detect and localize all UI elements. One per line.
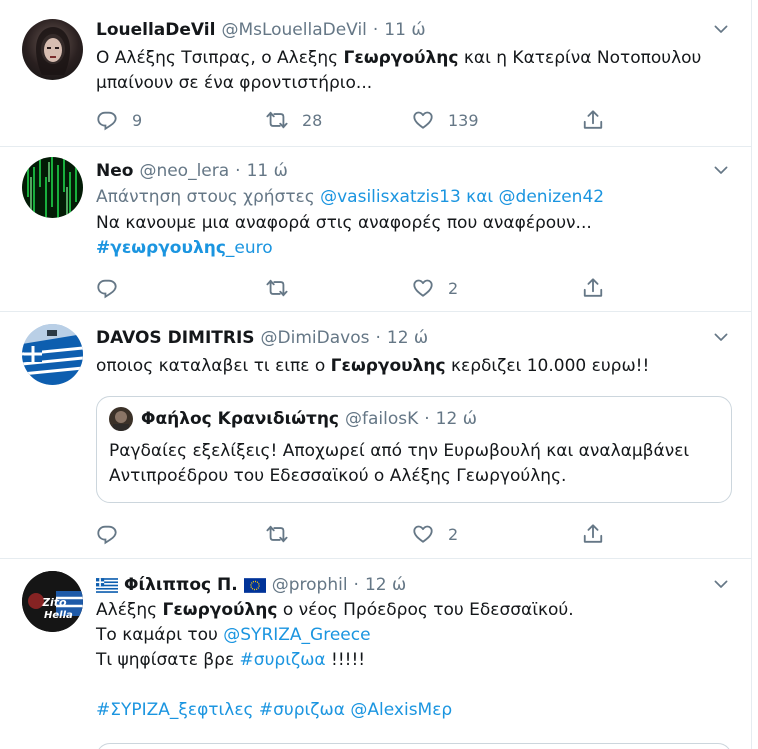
heart-icon — [412, 523, 434, 545]
tweet-actions: 2 — [96, 523, 636, 545]
like-count: 2 — [448, 278, 459, 298]
hashtags-mentions-link[interactable]: #ΣΥΡΙΖΑ_ξεφτιλες #συριζωα @AlexisΜερ — [96, 700, 452, 720]
display-name[interactable]: LouellaDeVil — [96, 18, 215, 42]
tweet-text: Αλέξης Γεωργούλης ο νέος Πρόεδρος του Εδ… — [96, 600, 574, 720]
like-count: 2 — [448, 524, 459, 544]
chevron-down-icon[interactable] — [712, 575, 730, 593]
tweet[interactable]: Neo @neo_lera · 11 ώ Απάντηση στους χρήσ… — [0, 147, 752, 312]
retweet-icon — [266, 277, 288, 299]
separator-dot: · — [424, 409, 430, 429]
user-handle[interactable]: @neo_lera — [139, 159, 229, 183]
tweet[interactable]: DAVOS DIMITRIS @DimiDavos · 12 ώ οποιος … — [0, 312, 752, 559]
reply-button[interactable] — [96, 523, 266, 545]
user-handle[interactable]: @prophil — [272, 573, 348, 597]
like-button[interactable]: 139 — [412, 109, 582, 131]
svg-text:Hella: Hella — [44, 610, 73, 621]
tweet[interactable]: Zito Hella Φίλιππος Π. @prophil · 12 ώ Α… — [0, 559, 752, 749]
quoted-user-handle[interactable]: @failosK — [345, 407, 418, 431]
reply-button[interactable] — [96, 277, 266, 299]
timestamp[interactable]: 11 ώ — [247, 159, 288, 183]
reply-context: Απάντηση στους χρήστες @vasilisxatzis13 … — [96, 187, 605, 207]
greek-flag-icon — [96, 577, 118, 593]
reply-icon — [96, 523, 118, 545]
retweet-icon — [266, 109, 288, 131]
share-icon — [582, 109, 604, 131]
timeline: LouellaDeVil @MsLouellaDeVil · 11 ώ Ο Αλ… — [0, 0, 752, 749]
retweet-button[interactable] — [266, 277, 412, 299]
tweet-text: Ο Αλέξης Τσιπρας, ο Αλεξης Γεωργούλης κα… — [96, 48, 702, 93]
share-button[interactable] — [582, 523, 612, 545]
display-name[interactable]: Neo — [96, 159, 133, 183]
reply-count: 9 — [132, 110, 143, 130]
chevron-down-icon[interactable] — [712, 328, 730, 346]
retweet-button[interactable]: 28 — [266, 109, 412, 131]
quoted-tweet[interactable]: Φαήλος Κρανιδιώτης @failosK · 12 ώ Ραγδα… — [96, 396, 732, 503]
tweet-text: Να κανουμε μια αναφορά στις αναφορές που… — [96, 213, 592, 258]
mention-link[interactable]: @SYRIZA_Greece — [223, 625, 370, 645]
display-name[interactable]: DAVOS DIMITRIS — [96, 326, 255, 350]
timestamp[interactable]: 12 ώ — [365, 573, 406, 597]
like-button[interactable]: 2 — [412, 523, 582, 545]
embedded-card-edge — [96, 743, 732, 749]
separator-dot: · — [372, 20, 379, 40]
quoted-text: Ραγδαίες εξελίξεις! Αποχωρεί από την Ευρ… — [109, 441, 690, 486]
tweet[interactable]: LouellaDeVil @MsLouellaDeVil · 11 ώ Ο Αλ… — [0, 0, 752, 147]
avatar[interactable]: Zito Hella — [22, 571, 83, 632]
timestamp[interactable]: 12 ώ — [387, 326, 428, 350]
hashtag-link[interactable]: #γεωργουλης — [96, 238, 226, 258]
quoted-avatar[interactable] — [109, 407, 133, 431]
chevron-down-icon[interactable] — [712, 20, 730, 38]
like-count: 139 — [448, 110, 479, 130]
tweet-actions: 2 — [96, 277, 636, 299]
eu-flag-icon — [243, 577, 266, 593]
chevron-down-icon[interactable] — [712, 161, 730, 179]
reply-button[interactable]: 9 — [96, 109, 266, 131]
reply-users-link[interactable]: @vasilisxatzis13 και @denizen42 — [320, 187, 604, 207]
separator-dot: · — [353, 575, 359, 595]
user-handle[interactable]: @DimiDavos — [261, 326, 370, 350]
svg-text:Zito: Zito — [41, 596, 67, 609]
share-button[interactable] — [582, 277, 612, 299]
reply-icon — [96, 277, 118, 299]
heart-icon — [412, 109, 434, 131]
avatar[interactable] — [22, 157, 83, 218]
display-name[interactable]: Φίλιππος Π. — [124, 573, 238, 597]
share-icon — [582, 277, 604, 299]
separator-dot: · — [235, 161, 241, 181]
avatar[interactable] — [22, 19, 83, 80]
tweet-text: οποιος καταλαβει τι ειπε ο Γεωργουλης κε… — [96, 356, 650, 376]
separator-dot: · — [375, 328, 381, 348]
quoted-timestamp[interactable]: 12 ώ — [436, 407, 477, 431]
hashtag-link[interactable]: #συριζωα — [240, 650, 326, 670]
retweet-button[interactable] — [266, 523, 412, 545]
retweet-count: 28 — [302, 110, 323, 130]
like-button[interactable]: 2 — [412, 277, 582, 299]
reply-icon — [96, 109, 118, 131]
heart-icon — [412, 277, 434, 299]
quoted-display-name[interactable]: Φαήλος Κρανιδιώτης — [141, 407, 339, 431]
avatar[interactable] — [22, 324, 83, 385]
tweet-actions: 9 28 139 — [96, 109, 636, 131]
share-button[interactable] — [582, 109, 612, 131]
retweet-icon — [266, 523, 288, 545]
share-icon — [582, 523, 604, 545]
timestamp[interactable]: 11 ώ — [384, 18, 425, 42]
user-handle[interactable]: @MsLouellaDeVil — [221, 18, 366, 42]
